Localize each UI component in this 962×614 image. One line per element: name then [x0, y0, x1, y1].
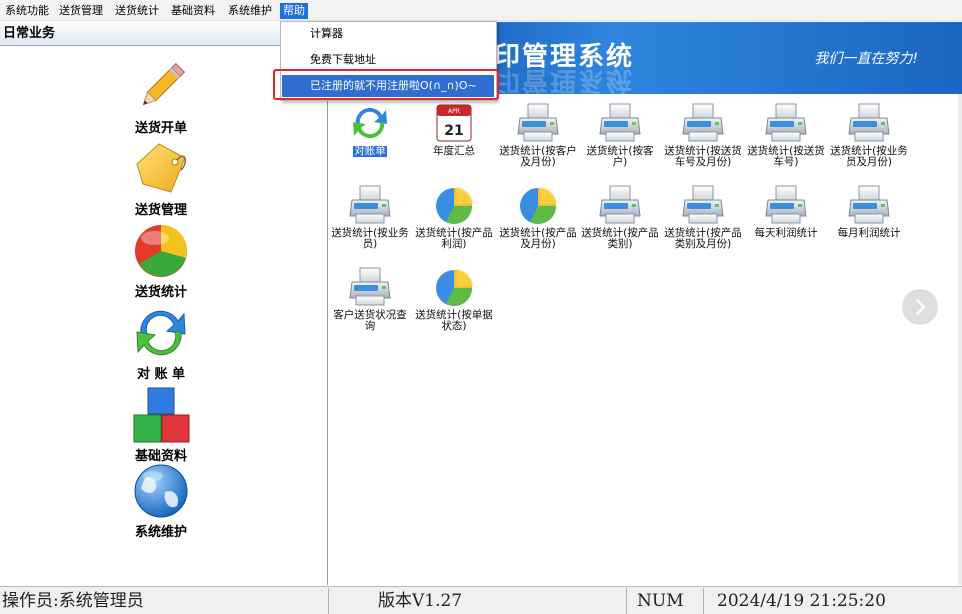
printer-icon [516, 102, 560, 144]
pie-chart-icon [432, 184, 476, 226]
func-monthly-profit[interactable]: 每月利润统计 [829, 184, 909, 239]
printer-icon [681, 184, 725, 226]
vertical-scrollbar[interactable] [958, 94, 962, 585]
func-label: 客户送货状况查询 [333, 309, 407, 332]
func-stats-customer[interactable]: 送货统计(按客户) [580, 102, 660, 168]
nav-delivery-statistics[interactable]: 送货统计 [120, 222, 202, 300]
printer-icon [348, 184, 392, 226]
status-operator: 操作员:系统管理员 [2, 591, 144, 611]
printer-icon [348, 266, 392, 308]
func-stats-product-month[interactable]: 送货统计(按产品及月份) [498, 184, 578, 250]
func-label: 送货统计(按产品类别及月份) [664, 227, 742, 250]
refresh-icon [136, 310, 186, 356]
daily-business-panel: 日常业务 送货开单 送货管理 送货统计 对 账 单 基础资料 系统维护 [0, 22, 328, 585]
printer-icon [847, 184, 891, 226]
func-statement[interactable]: 对账单 [330, 102, 410, 157]
nav-delivery-statistics-label: 送货统计 [134, 285, 187, 300]
func-customer-delivery-query[interactable]: 客户送货状况查询 [330, 266, 410, 332]
calendar-month: APR [448, 108, 460, 115]
nav-delivery-management-label: 送货管理 [134, 203, 187, 218]
func-label: 送货统计(按送货车号及月份) [664, 145, 742, 168]
func-annual-summary[interactable]: APR 21 年度汇总 [414, 102, 494, 157]
next-page-button[interactable] [902, 289, 938, 325]
banner-slogan: 我们一直在努力! [814, 51, 918, 67]
printer-icon [764, 102, 808, 144]
func-label: 送货统计(按单据状态) [415, 309, 493, 332]
nav-delivery-order-label: 送货开单 [134, 121, 187, 136]
menu-help[interactable]: 帮助 [280, 3, 308, 19]
func-label: 送货统计(按产品类别) [581, 227, 659, 250]
nav-statement-label: 对 账 单 [136, 367, 186, 382]
highlight-outline [273, 69, 499, 100]
printer-icon [764, 184, 808, 226]
func-stats-customer-month[interactable]: 送货统计(按客户及月份) [498, 102, 578, 168]
menu-delivery-management[interactable]: 送货管理 [56, 3, 106, 19]
menu-basic-data[interactable]: 基础资料 [168, 3, 218, 19]
printer-icon [598, 184, 642, 226]
status-version: 版本V1.27 [378, 591, 463, 611]
printer-icon [847, 102, 891, 144]
nav-delivery-management[interactable]: 送货管理 [120, 140, 202, 218]
func-label: 送货统计(按客户) [586, 145, 654, 168]
func-stats-vehicle[interactable]: 送货统计(按送货车号) [746, 102, 826, 168]
func-label: 送货统计(按业务员) [331, 227, 409, 250]
banner-title-reflection: 印管理系统 [494, 65, 635, 94]
refresh-icon [348, 102, 392, 144]
pie-chart-icon [135, 225, 187, 277]
menu-system-functions[interactable]: 系统功能 [2, 3, 52, 19]
func-daily-profit[interactable]: 每天利润统计 [746, 184, 826, 239]
status-bar: 操作员:系统管理员 版本V1.27 NUM 2024/4/19 21:25:20 [0, 586, 962, 614]
function-area: 对账单 APR 21 年度汇总 送货统计(按客户及月份) 送货统计(按客户) 送… [330, 94, 962, 585]
calendar-day: 21 [444, 123, 463, 139]
nav-system-maintenance-label: 系统维护 [134, 525, 187, 540]
pie-chart-icon [516, 184, 560, 226]
func-label: 送货统计(按送货车号) [747, 145, 825, 168]
func-stats-product-category[interactable]: 送货统计(按产品类别) [580, 184, 660, 250]
menu-bar: 系统功能 送货管理 送货统计 基础资料 系统维护 帮助 [0, 0, 962, 21]
func-label: 对账单 [353, 145, 387, 157]
globe-icon [134, 464, 188, 518]
menu-item-free-download[interactable]: 免费下载地址 [282, 49, 494, 71]
func-label: 年度汇总 [433, 145, 475, 157]
nav-delivery-order[interactable]: 送货开单 [120, 58, 202, 136]
func-stats-document-status[interactable]: 送货统计(按单据状态) [414, 266, 494, 332]
chevron-right-icon [916, 299, 926, 315]
status-num-lock: NUM [637, 591, 684, 611]
func-stats-salesman[interactable]: 送货统计(按业务员) [330, 184, 410, 250]
status-datetime: 2024/4/19 21:25:20 [717, 591, 886, 611]
func-stats-product-category-month[interactable]: 送货统计(按产品类别及月份) [663, 184, 743, 250]
func-stats-salesman-month[interactable]: 送货统计(按业务员及月份) [829, 102, 909, 168]
tag-icon [136, 143, 187, 193]
func-label: 每月利润统计 [837, 227, 901, 239]
printer-icon [681, 102, 725, 144]
menu-delivery-statistics[interactable]: 送货统计 [112, 3, 162, 19]
daily-business-title: 日常业务 [0, 22, 327, 46]
menu-system-maintenance[interactable]: 系统维护 [225, 3, 275, 19]
printer-icon [598, 102, 642, 144]
pie-chart-icon [432, 266, 476, 308]
blocks-icon [133, 387, 190, 443]
menu-item-calculator[interactable]: 计算器 [282, 23, 494, 45]
func-label: 每天利润统计 [754, 227, 818, 239]
status-divider [626, 588, 627, 614]
nav-basic-data[interactable]: 基础资料 [120, 386, 202, 464]
func-label: 送货统计(按产品及月份) [499, 227, 577, 250]
status-divider [328, 588, 329, 614]
pencil-icon [142, 62, 186, 106]
func-label: 送货统计(按业务员及月份) [830, 145, 908, 168]
status-divider [703, 588, 704, 614]
nav-statement[interactable]: 对 账 单 [120, 304, 202, 382]
func-stats-product-profit[interactable]: 送货统计(按产品利润) [414, 184, 494, 250]
calendar-icon: APR 21 [436, 104, 472, 142]
func-label: 送货统计(按产品利润) [415, 227, 493, 250]
nav-system-maintenance[interactable]: 系统维护 [120, 462, 202, 540]
func-label: 送货统计(按客户及月份) [499, 145, 577, 168]
func-stats-vehicle-month[interactable]: 送货统计(按送货车号及月份) [663, 102, 743, 168]
